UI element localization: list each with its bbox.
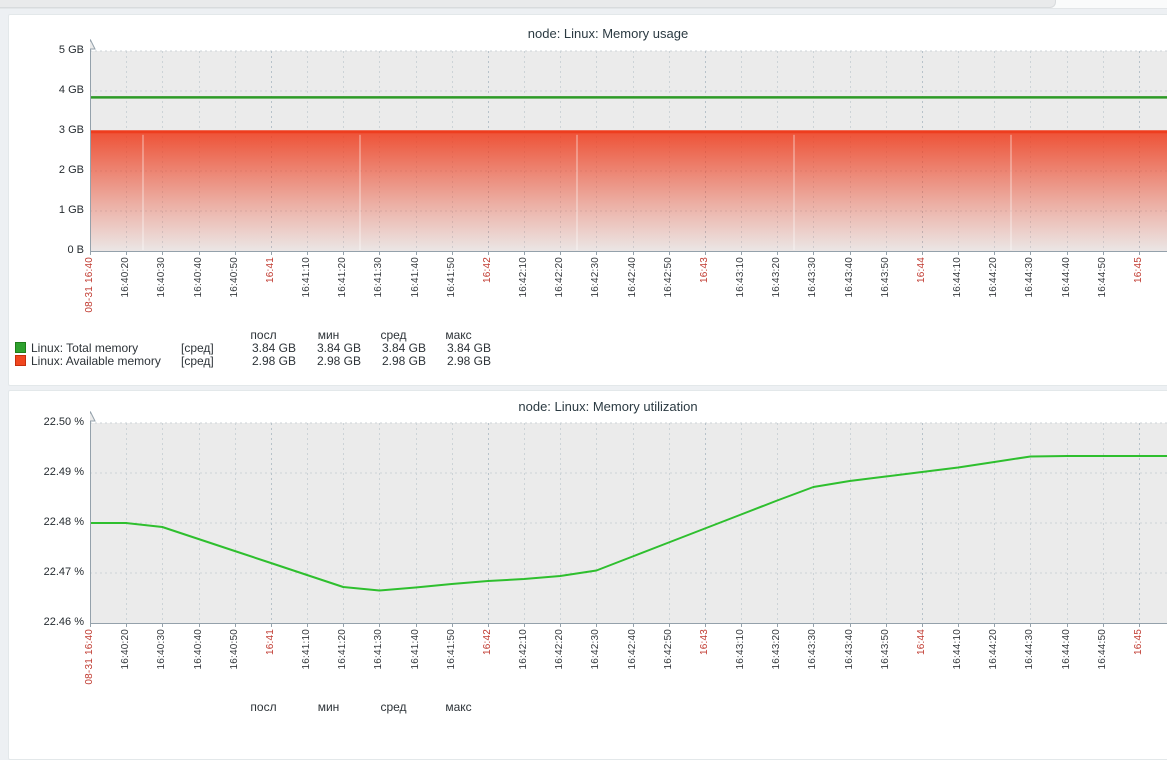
x-tick-label: 16:40:20 [120, 257, 131, 298]
y-tick-label: 22.47 % [0, 566, 84, 578]
legend-header-cell: макс [426, 701, 491, 714]
x-tick-label: 16:44:20 [988, 257, 999, 298]
x-tick-label: 16:44:50 [1097, 257, 1108, 298]
x-tick-label: 16:42:20 [554, 629, 565, 670]
legend-value: 2.98 GB [426, 355, 491, 368]
x-tick-label: 16:41:50 [446, 257, 457, 298]
legend-row: Linux: Available memory[сред]2.98 GB2.98… [15, 355, 491, 368]
memory-usage-plot-area[interactable] [90, 39, 1167, 256]
x-tick-label: 16:41 [265, 257, 276, 283]
legend-spacer [15, 329, 31, 342]
series-available-memory [90, 132, 1167, 251]
x-tick-label: 16:40:20 [120, 629, 131, 670]
x-tick-label: 16:43:40 [844, 629, 855, 670]
x-tick-label: 16:41:20 [337, 257, 348, 298]
x-tick-label: 16:43:40 [844, 257, 855, 298]
legend-value: 2.98 GB [231, 355, 296, 368]
x-tick-label: 16:43:50 [880, 629, 891, 670]
legend-spacer [31, 701, 181, 714]
x-tick-label: 16:42:40 [627, 257, 638, 298]
x-tick-label: 16:44:40 [1061, 257, 1072, 298]
x-tick-label: 16:41:30 [373, 257, 384, 298]
y-tick-label: 22.49 % [0, 466, 84, 478]
y-tick-label: 0 B [0, 244, 84, 256]
x-tick-label: 16:42:30 [590, 629, 601, 670]
x-tick-label: 16:40:40 [193, 257, 204, 298]
legend-swatch [15, 342, 26, 353]
legend-series-label: Linux: Available memory [31, 355, 181, 368]
memory-utilization-plot-area[interactable] [90, 411, 1167, 628]
x-tick-label: 16:42:50 [663, 629, 674, 670]
x-tick-label: 16:40:40 [193, 629, 204, 670]
x-tick-label: 16:43:30 [807, 257, 818, 298]
legend-value: 2.98 GB [361, 355, 426, 368]
y-tick-label: 3 GB [0, 124, 84, 136]
x-tick-label: 16:44:20 [988, 629, 999, 670]
x-tick-label: 16:44:50 [1097, 629, 1108, 670]
x-tick-label: 08-31 16:40 [84, 629, 95, 685]
x-tick-label: 16:41 [265, 629, 276, 655]
x-tick-label: 16:44 [916, 257, 927, 283]
y-tick-label: 2 GB [0, 164, 84, 176]
x-tick-label: 16:41:10 [301, 257, 312, 298]
chart-title: node: Linux: Memory utilization [0, 399, 1167, 414]
legend-header-cell: сред [361, 701, 426, 714]
graph-legend: послминсредмакс [15, 701, 491, 714]
x-tick-label: 16:41:30 [373, 629, 384, 670]
x-tick-label: 16:43:20 [771, 629, 782, 670]
y-tick-label: 22.48 % [0, 516, 84, 528]
x-tick-label: 16:42:10 [518, 629, 529, 670]
legend-spacer [15, 701, 31, 714]
graph-legend: послминсредмаксLinux: Total memory[сред]… [15, 329, 491, 368]
filter-tab-edge [0, 0, 1056, 8]
legend-header-cell: мин [296, 701, 361, 714]
x-tick-label: 16:41:50 [446, 629, 457, 670]
x-tick-label: 16:41:10 [301, 629, 312, 670]
x-tick-label: 16:44:30 [1024, 629, 1035, 670]
x-tick-label: 16:44:30 [1024, 257, 1035, 298]
x-tick-label: 16:45 [1133, 257, 1144, 283]
legend-header-cell: посл [231, 701, 296, 714]
x-tick-label: 16:43:10 [735, 257, 746, 298]
x-tick-label: 16:44:10 [952, 257, 963, 298]
x-tick-label: 16:43:50 [880, 257, 891, 298]
filter-bar-edge [0, 0, 1167, 9]
legend-swatch [15, 355, 26, 366]
legend-spacer [181, 701, 231, 714]
x-tick-label: 16:41:40 [410, 629, 421, 670]
x-tick-label: 16:43 [699, 629, 710, 655]
x-tick-label: 16:44 [916, 629, 927, 655]
x-tick-label: 16:40:30 [156, 257, 167, 298]
x-tick-label: 16:42:20 [554, 257, 565, 298]
x-tick-label: 16:43:30 [807, 629, 818, 670]
y-tick-label: 22.46 % [0, 616, 84, 628]
x-tick-label: 16:40:30 [156, 629, 167, 670]
x-tick-label: 16:43 [699, 257, 710, 283]
x-tick-label: 16:42:30 [590, 257, 601, 298]
x-tick-label: 16:41:40 [410, 257, 421, 298]
x-tick-label: 16:42 [482, 629, 493, 655]
legend-function-label: [сред] [181, 355, 231, 368]
chart-title: node: Linux: Memory usage [0, 26, 1167, 41]
y-tick-label: 5 GB [0, 44, 84, 56]
y-tick-label: 1 GB [0, 204, 84, 216]
x-tick-label: 16:40:50 [229, 629, 240, 670]
y-tick-label: 4 GB [0, 84, 84, 96]
x-tick-label: 08-31 16:40 [84, 257, 95, 313]
x-tick-label: 16:42 [482, 257, 493, 283]
y-tick-label: 22.50 % [0, 416, 84, 428]
x-tick-label: 16:42:10 [518, 257, 529, 298]
x-tick-label: 16:43:20 [771, 257, 782, 298]
x-tick-label: 16:44:10 [952, 629, 963, 670]
x-tick-label: 16:45 [1133, 629, 1144, 655]
x-tick-label: 16:42:50 [663, 257, 674, 298]
legend-value: 2.98 GB [296, 355, 361, 368]
x-tick-label: 16:44:40 [1061, 629, 1072, 670]
x-tick-label: 16:40:50 [229, 257, 240, 298]
x-tick-label: 16:42:40 [627, 629, 638, 670]
x-tick-label: 16:43:10 [735, 629, 746, 670]
x-tick-label: 16:41:20 [337, 629, 348, 670]
